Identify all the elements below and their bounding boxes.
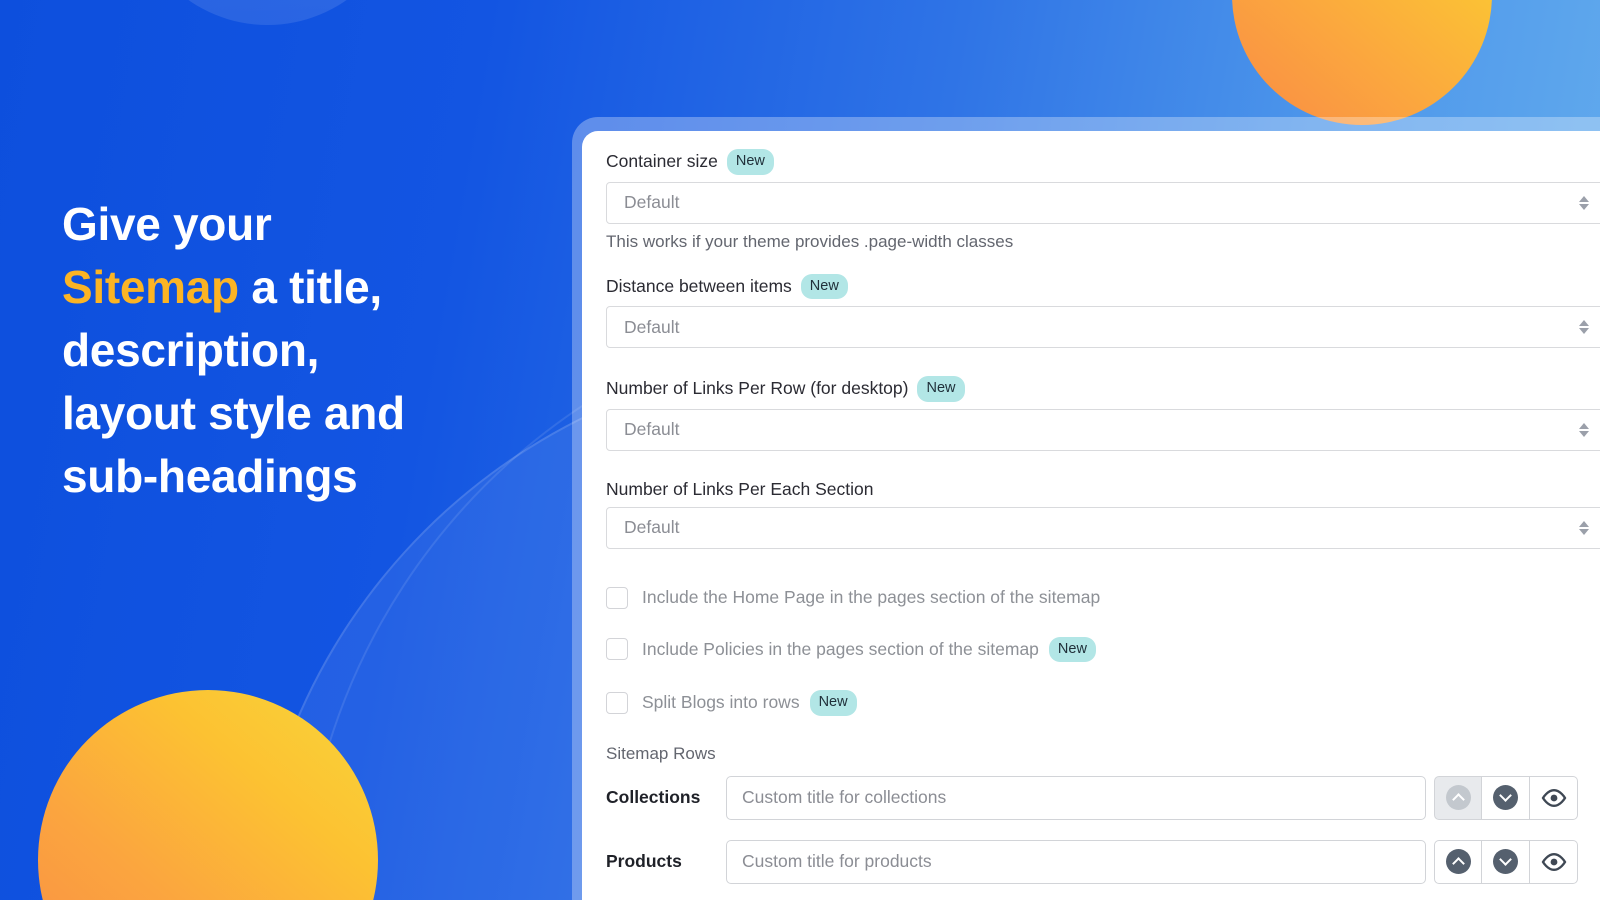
label-container-size-text: Container size bbox=[606, 151, 718, 172]
hero-accent-word: Sitemap bbox=[62, 261, 239, 313]
eye-icon bbox=[1541, 788, 1566, 807]
decorative-sun-top-right bbox=[1232, 0, 1492, 125]
chevron-updown-icon bbox=[1579, 195, 1589, 210]
checkbox-include-policies-text: Include Policies in the pages section of… bbox=[642, 638, 1039, 659]
checkbox-split-blogs[interactable] bbox=[606, 691, 628, 714]
field-links-per-row: Number of Links Per Row (for desktop) Ne… bbox=[606, 376, 1600, 451]
label-links-per-section: Number of Links Per Each Section bbox=[606, 479, 1600, 500]
label-distance-between-items: Distance between items New bbox=[606, 273, 1600, 299]
row-actions-products bbox=[1434, 839, 1578, 884]
badge-new-include-policies: New bbox=[1048, 636, 1096, 662]
select-distance-value: Default bbox=[624, 316, 680, 337]
checkbox-include-home-page-label: Include the Home Page in the pages secti… bbox=[642, 587, 1100, 608]
hero-line-4: layout style and bbox=[62, 387, 405, 439]
decorative-sun-bottom-left bbox=[38, 690, 378, 900]
checkbox-include-home-page-text: Include the Home Page in the pages secti… bbox=[642, 587, 1101, 607]
move-down-button-products[interactable] bbox=[1482, 839, 1530, 884]
hero-line-5: sub-headings bbox=[62, 450, 358, 502]
eye-icon bbox=[1541, 852, 1566, 871]
move-up-button-collections[interactable] bbox=[1434, 775, 1482, 820]
helper-container-size: This works if your theme provides .page-… bbox=[606, 231, 1014, 251]
label-links-per-section-text: Number of Links Per Each Section bbox=[606, 478, 874, 499]
field-links-per-section: Number of Links Per Each Section Default bbox=[606, 479, 1600, 549]
move-up-button-products[interactable] bbox=[1434, 839, 1482, 884]
select-links-per-row-value: Default bbox=[624, 419, 680, 439]
sitemap-row-products-label: Products bbox=[606, 851, 682, 871]
chevron-updown-icon bbox=[1579, 520, 1589, 535]
select-links-per-section[interactable]: Default bbox=[606, 506, 1600, 549]
sitemap-row-collections: Collections Custom title for collections bbox=[606, 775, 1600, 820]
field-distance-between-items: Distance between items New Default bbox=[606, 273, 1600, 348]
chevron-down-icon bbox=[1493, 849, 1518, 874]
badge-new-distance: New bbox=[800, 273, 848, 299]
badge-new-split-blogs: New bbox=[809, 690, 857, 716]
select-links-per-row[interactable]: Default bbox=[606, 408, 1600, 451]
badge-new-links-per-row: New bbox=[917, 376, 965, 402]
hero-headline: Give your Sitemap a title, description, … bbox=[62, 193, 532, 508]
decorative-circle-top bbox=[130, 0, 405, 25]
select-container-size[interactable]: Default bbox=[606, 181, 1600, 224]
label-links-per-row: Number of Links Per Row (for desktop) Ne… bbox=[606, 376, 1600, 402]
sitemap-row-collections-label: Collections bbox=[606, 787, 701, 807]
input-collections-title-placeholder: Custom title for collections bbox=[742, 787, 947, 807]
settings-panel: Container size New Default This works if… bbox=[582, 131, 1600, 900]
sitemap-row-products: Products Custom title for products bbox=[606, 839, 1600, 884]
select-distance-between-items[interactable]: Default bbox=[606, 306, 1600, 348]
input-products-title[interactable]: Custom title for products bbox=[726, 839, 1426, 884]
label-distance-between-items-text: Distance between items bbox=[606, 275, 792, 296]
promo-screenshot: Give your Sitemap a title, description, … bbox=[0, 0, 1600, 900]
hero-line-2-rest: a title, bbox=[238, 261, 382, 313]
field-container-size: Container size New Default This works if… bbox=[606, 149, 1600, 252]
move-down-button-collections[interactable] bbox=[1482, 775, 1530, 820]
row-actions-collections bbox=[1434, 775, 1578, 820]
checkbox-include-home-page[interactable] bbox=[606, 586, 628, 609]
hero-line-3: description, bbox=[62, 324, 320, 376]
chevron-updown-icon bbox=[1579, 422, 1589, 437]
hero-line-1: Give your bbox=[62, 198, 272, 250]
input-collections-title[interactable]: Custom title for collections bbox=[726, 775, 1426, 820]
badge-new-container-size: New bbox=[726, 149, 774, 175]
chevron-up-icon bbox=[1445, 785, 1471, 810]
chevron-updown-icon bbox=[1579, 320, 1589, 334]
checkbox-row-split-blogs[interactable]: Split Blogs into rows New bbox=[606, 690, 1600, 716]
sitemap-rows-heading: Sitemap Rows bbox=[606, 743, 716, 763]
select-container-size-value: Default bbox=[624, 192, 680, 212]
toggle-visibility-button-products[interactable] bbox=[1530, 839, 1578, 884]
checkbox-row-include-home-page[interactable]: Include the Home Page in the pages secti… bbox=[606, 586, 1600, 609]
chevron-up-icon bbox=[1445, 849, 1471, 874]
label-links-per-row-text: Number of Links Per Row (for desktop) bbox=[606, 378, 909, 399]
checkbox-include-policies[interactable] bbox=[606, 638, 628, 661]
toggle-visibility-button-collections[interactable] bbox=[1530, 775, 1578, 820]
checkbox-split-blogs-label: Split Blogs into rows New bbox=[642, 690, 857, 716]
chevron-down-icon bbox=[1493, 785, 1518, 810]
input-products-title-placeholder: Custom title for products bbox=[742, 851, 932, 871]
select-links-per-section-value: Default bbox=[624, 517, 680, 537]
checkbox-include-policies-label: Include Policies in the pages section of… bbox=[642, 636, 1096, 662]
checkbox-split-blogs-text: Split Blogs into rows bbox=[642, 692, 800, 713]
checkbox-row-include-policies[interactable]: Include Policies in the pages section of… bbox=[606, 636, 1600, 662]
label-container-size: Container size New bbox=[606, 149, 1600, 175]
